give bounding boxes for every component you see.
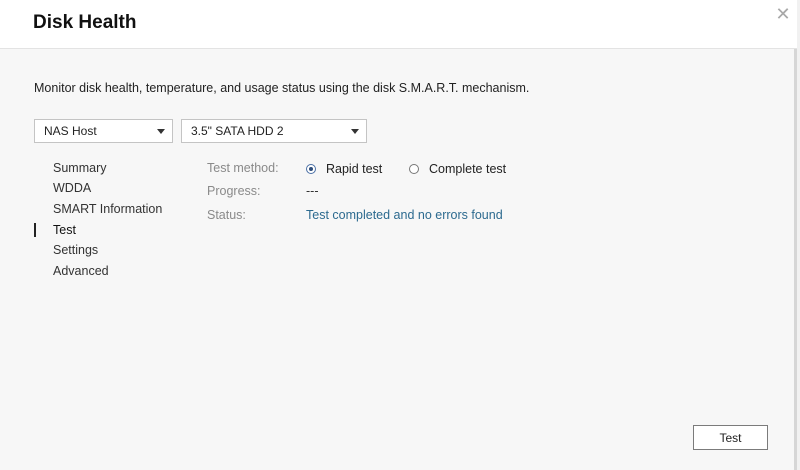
host-select-value: NAS Host — [44, 124, 97, 138]
status-value: Test completed and no errors found — [306, 208, 503, 222]
nav-item-settings[interactable]: Settings — [53, 243, 98, 257]
chevron-down-icon — [157, 129, 165, 134]
rapid-test-label[interactable]: Rapid test — [326, 162, 382, 176]
disk-select-value: 3.5" SATA HDD 2 — [191, 124, 284, 138]
nav-item-test[interactable]: Test — [53, 223, 76, 237]
progress-value: --- — [306, 184, 319, 198]
chevron-down-icon — [351, 129, 359, 134]
close-icon[interactable]: ✕ — [773, 4, 793, 24]
rapid-test-radio[interactable] — [306, 164, 316, 174]
dialog-header: Disk Health ✕ — [0, 0, 797, 49]
dialog-description: Monitor disk health, temperature, and us… — [34, 81, 530, 95]
disk-select[interactable]: 3.5" SATA HDD 2 — [181, 119, 367, 143]
nav-item-advanced[interactable]: Advanced — [53, 264, 109, 278]
nav-item-summary[interactable]: Summary — [53, 161, 106, 175]
progress-label: Progress: — [207, 184, 261, 198]
nav-active-indicator — [34, 223, 36, 237]
nav-item-smart-information[interactable]: SMART Information — [53, 202, 162, 216]
host-select[interactable]: NAS Host — [34, 119, 173, 143]
test-method-label: Test method: — [207, 161, 279, 175]
test-button[interactable]: Test — [693, 425, 768, 450]
complete-test-label[interactable]: Complete test — [429, 162, 506, 176]
nav-item-wdda[interactable]: WDDA — [53, 181, 91, 195]
disk-health-dialog: Disk Health ✕ Monitor disk health, tempe… — [0, 0, 797, 470]
complete-test-radio[interactable] — [409, 164, 419, 174]
status-label: Status: — [207, 208, 246, 222]
dialog-title: Disk Health — [33, 12, 137, 33]
